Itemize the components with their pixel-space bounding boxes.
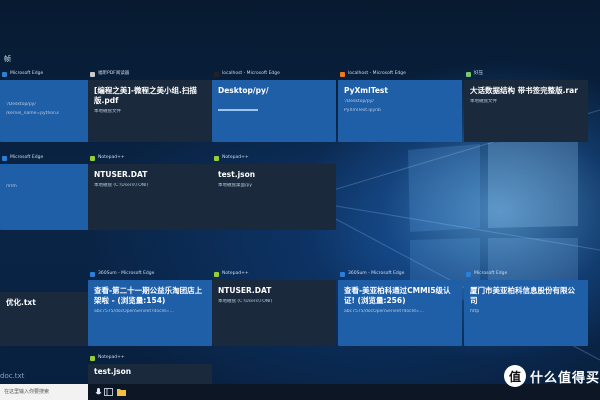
card-app-name: 360Sum - Microsoft Edge [348, 271, 405, 276]
card-subtitle: 本地磁盘 (C:\Users\TONI) [218, 299, 273, 304]
timeline-card[interactable]: 好压 大话数据结构 带书签完整版.rar 本地磁盘文件 [464, 68, 588, 142]
card-title: test.json [94, 367, 132, 376]
card-subtitle: abc7575/docOpenServlet?docId=... [344, 309, 424, 314]
taskbar-search-input[interactable]: 在这里输入你要搜索 [0, 384, 88, 400]
edge-icon [2, 155, 7, 161]
timeline-card[interactable]: Notepad++ test.json [88, 352, 212, 388]
jupyter-icon [340, 71, 345, 77]
card-header: Notepad++ [88, 352, 212, 364]
card-app-name: Notepad++ [98, 355, 125, 360]
card-header: 福昕PDF阅读器 [88, 68, 212, 80]
file-explorer-icon[interactable] [116, 387, 126, 397]
card-title: 厦门市美亚柏科信息股份有限公司 [470, 286, 575, 305]
archive-icon [466, 71, 471, 77]
card-progress-line [218, 109, 258, 111]
card-header: 360Sum - Microsoft Edge [338, 268, 462, 280]
card-header: localhost - Microsoft Edge [338, 68, 462, 80]
timeline-card[interactable]: Notepad++ NTUSER.DAT 本地磁盘 (C:\Users\TONI… [212, 268, 336, 346]
timeline-card[interactable]: 福昕PDF阅读器 [编程之美]-微程之美小组.扫描版.pdf 本地磁盘文件 [88, 68, 212, 142]
timeline-card[interactable]: Notepad++ test.json 本地磁盘桌面/py [212, 152, 336, 230]
jupyter-icon [214, 71, 219, 77]
timeline-card[interactable]: localhost - Microsoft Edge Desktop/py/ [212, 68, 336, 142]
card-title: Desktop/py/ [218, 86, 269, 95]
card-app-name: localhost - Microsoft Edge [222, 71, 280, 76]
card-header: Notepad++ [212, 152, 336, 164]
card-title: NTUSER.DAT [218, 286, 272, 295]
card-app-name: 好压 [474, 71, 483, 76]
card-app-name: Notepad++ [222, 155, 249, 160]
timeline-card[interactable]: localhost - Microsoft Edge PyXmlTest '/D… [338, 68, 462, 142]
pdf-reader-icon [90, 71, 95, 77]
card-header: Notepad++ [212, 268, 336, 280]
notepad-icon [90, 355, 95, 361]
timeline-section-label: 帧 [4, 55, 11, 63]
card-header: 好压 [464, 68, 588, 80]
card-app-name: 360Sum - Microsoft Edge [98, 271, 155, 276]
card-subtitle: http [470, 309, 480, 314]
timeline-card[interactable]: Notepad++ NTUSER.DAT 本地磁盘 (C:\Users\TONI… [88, 152, 212, 230]
card-title: [编程之美]-微程之美小组.扫描版.pdf [94, 86, 197, 105]
card-header: Notepad++ [88, 152, 212, 164]
watermark: 值 什么值得买 [504, 362, 600, 390]
card-app-name: Microsoft Edge [10, 155, 44, 160]
timeline-card[interactable]: 360Sum - Microsoft Edge 查看-第二十一期公益乐淘团店上架… [88, 268, 212, 346]
edge-icon [466, 271, 471, 277]
notepad-icon [214, 271, 219, 277]
task-view-icon[interactable] [103, 387, 113, 397]
edge-icon [340, 271, 345, 277]
card-subtitle: 本地磁盘文件 [94, 109, 121, 114]
card-app-name: Notepad++ [222, 271, 249, 276]
watermark-text: 什么值得买 [530, 370, 600, 386]
edge-icon [90, 271, 95, 277]
card-app-name: Microsoft Edge [10, 71, 44, 76]
card-subtitle: PyXmlTest.ipynb [344, 108, 381, 113]
notepad-icon [214, 155, 219, 161]
card-app-name: 福昕PDF阅读器 [98, 71, 130, 76]
card-app-name: Microsoft Edge [474, 271, 508, 276]
card-header: Microsoft Edge [464, 268, 588, 280]
card-title: test.json [218, 170, 256, 179]
notepad-icon [90, 155, 95, 161]
card-subtitle: 本地磁盘 (C:\Users\TONI) [94, 183, 149, 188]
card-header: localhost - Microsoft Edge [212, 68, 336, 80]
card-app-name: Notepad++ [98, 155, 125, 160]
timeline-card[interactable]: Microsoft Edge 厦门市美亚柏科信息股份有限公司 http [464, 268, 588, 346]
card-header: 360Sum - Microsoft Edge [88, 268, 212, 280]
card-app-name: localhost - Microsoft Edge [348, 71, 406, 76]
card-title: 查看-美亚柏科通过CMMI5级认证! (浏览量:256) [344, 286, 451, 305]
card-subtitle: 本地磁盘文件 [470, 99, 497, 104]
timeline-card[interactable]: 360Sum - Microsoft Edge 查看-美亚柏科通过CMMI5级认… [338, 268, 462, 346]
partial-card-title: doc.txt [0, 372, 25, 380]
card-subtitle: abc7575/docOpenServlet?docId=... [94, 309, 174, 314]
card-title: PyXmlTest [344, 86, 388, 95]
watermark-logo: 值 [504, 365, 526, 387]
card-subtitle: 本地磁盘桌面/py [218, 183, 253, 188]
card-title: NTUSER.DAT [94, 170, 148, 179]
microphone-icon[interactable] [93, 387, 103, 397]
card-title: 大话数据结构 带书签完整版.rar [470, 86, 578, 95]
card-subtitle: '/Desktop/py/ [344, 99, 374, 104]
card-title: 查看-第二十一期公益乐淘团店上架啦 - (浏览量:154) [94, 286, 203, 305]
edge-icon [2, 71, 7, 77]
